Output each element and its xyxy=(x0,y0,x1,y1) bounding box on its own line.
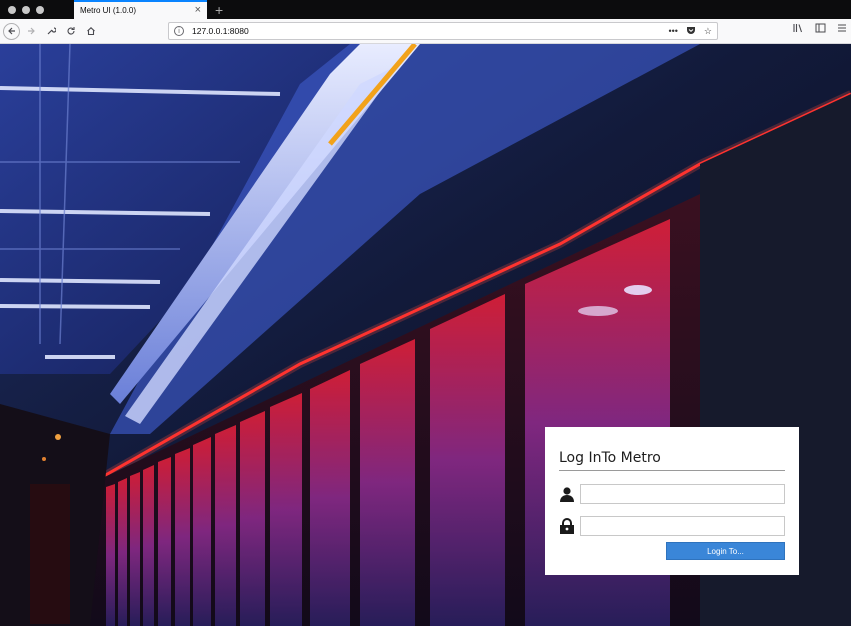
username-row xyxy=(559,484,785,504)
lock-icon xyxy=(559,516,579,536)
bookmark-star-icon[interactable]: ☆ xyxy=(704,26,712,37)
url-text: 127.0.0.1:8080 xyxy=(192,26,249,36)
password-input[interactable] xyxy=(579,516,785,536)
sidebar-icon[interactable] xyxy=(815,23,826,36)
site-info-icon[interactable]: i xyxy=(174,26,184,36)
wrench-icon[interactable] xyxy=(42,22,60,40)
hamburger-menu-icon[interactable] xyxy=(837,23,847,36)
window-controls xyxy=(0,0,52,19)
browser-tab[interactable]: Metro UI (1.0.0) × xyxy=(74,0,207,19)
login-panel: Log InTo Metro Login To... xyxy=(545,427,799,575)
browser-tab-bar: Metro UI (1.0.0) × + xyxy=(0,0,851,19)
home-icon[interactable] xyxy=(82,22,100,40)
reload-icon[interactable] xyxy=(62,22,80,40)
tab-title: Metro UI (1.0.0) xyxy=(80,6,137,15)
user-icon xyxy=(559,484,579,504)
maximize-window-button[interactable] xyxy=(36,5,44,14)
new-tab-button[interactable]: + xyxy=(215,0,223,19)
password-row xyxy=(559,516,785,536)
forward-arrow-icon[interactable] xyxy=(22,22,40,40)
minimize-window-button[interactable] xyxy=(22,5,30,14)
username-input[interactable] xyxy=(579,484,785,504)
login-button[interactable]: Login To... xyxy=(666,542,785,560)
library-icon[interactable] xyxy=(793,23,804,36)
browser-nav-bar: i 127.0.0.1:8080 ••• ☆ xyxy=(0,19,851,44)
close-window-button[interactable] xyxy=(8,5,16,14)
page-actions-icon[interactable]: ••• xyxy=(668,26,677,36)
address-bar[interactable]: i 127.0.0.1:8080 ••• ☆ xyxy=(168,22,718,40)
tab-close-icon[interactable]: × xyxy=(195,5,201,16)
pocket-icon[interactable] xyxy=(686,25,696,37)
back-arrow-icon[interactable] xyxy=(3,22,20,40)
login-title: Log InTo Metro xyxy=(559,449,785,471)
